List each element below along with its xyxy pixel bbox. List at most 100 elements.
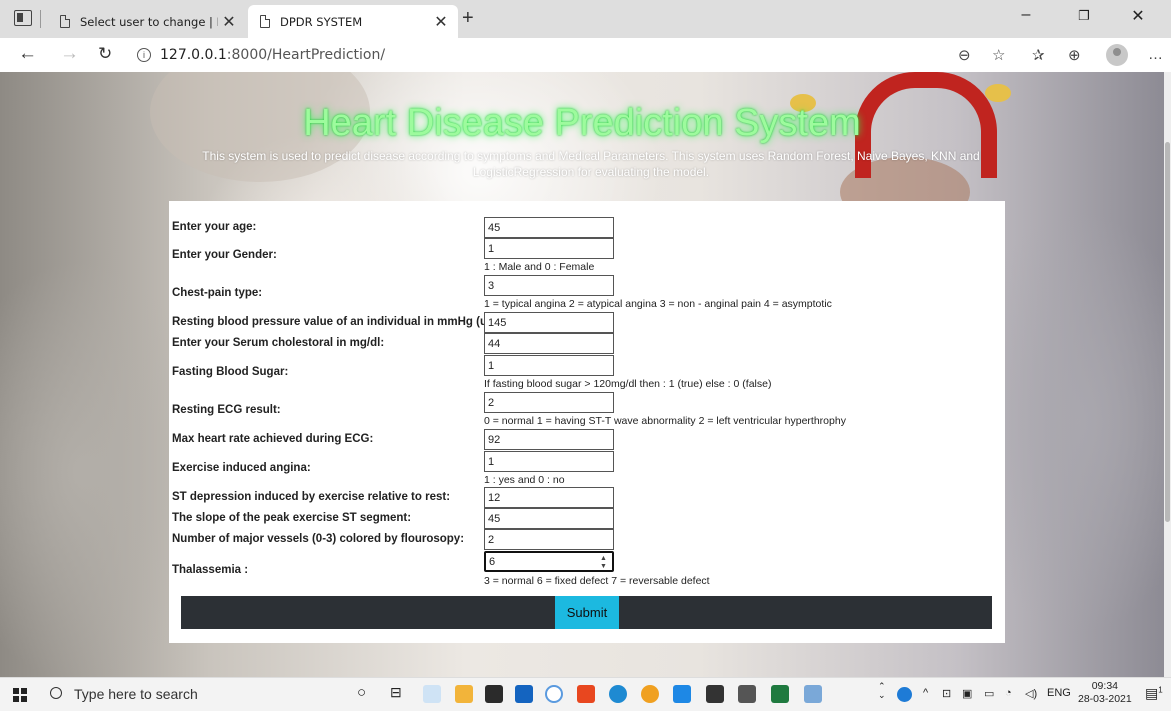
field-label: Resting blood pressure value of an indiv…: [172, 316, 509, 328]
windows-start-icon[interactable]: [13, 688, 27, 702]
page-viewport: Heart Disease Prediction System This sys…: [0, 72, 1164, 677]
chevron-icon[interactable]: ⌃ ⌄: [878, 682, 886, 700]
battery-icon[interactable]: ▭: [984, 687, 994, 700]
favorite-add-icon[interactable]: ☆: [992, 46, 1005, 64]
terminal-icon[interactable]: [706, 685, 724, 703]
field-label: Enter your Serum cholestoral in mg/dl:: [172, 337, 385, 349]
infinity-app-icon[interactable]: [545, 685, 563, 703]
thalassemia-input[interactable]: [484, 551, 614, 572]
field-hint: 0 = normal 1 = having ST-T wave abnormal…: [484, 415, 846, 427]
field-hint: 1 = typical angina 2 = atypical angina 3…: [484, 298, 832, 310]
office-icon[interactable]: [577, 685, 595, 703]
taskbar-search[interactable]: Type here to search: [50, 686, 198, 702]
file-explorer-icon[interactable]: [455, 685, 473, 703]
refresh-icon[interactable]: ↻: [98, 44, 112, 64]
search-icon: [50, 687, 62, 699]
clock-date: 28-03-2021: [1078, 693, 1132, 705]
page-title: Heart Disease Prediction System: [303, 102, 861, 144]
blood-pressure-input[interactable]: [484, 312, 614, 333]
exercise-angina-input[interactable]: [484, 451, 614, 472]
app-icon-weather[interactable]: [423, 685, 441, 703]
gender-input[interactable]: [484, 238, 614, 259]
field-label: ST depression induced by exercise relati…: [172, 491, 451, 503]
page-icon: [260, 15, 270, 28]
chrome-icon[interactable]: [641, 685, 659, 703]
profile-avatar[interactable]: [1106, 44, 1128, 66]
page-icon: [60, 15, 70, 28]
url-path: :8000/HeartPrediction/: [226, 47, 386, 63]
volume-icon[interactable]: ◁): [1025, 687, 1037, 700]
help-icon[interactable]: [897, 687, 912, 702]
field-hint: 1 : yes and 0 : no: [484, 474, 565, 486]
field-label: Resting ECG result:: [172, 404, 281, 416]
address-bar: ← → ↻ i 127.0.0.1:8000/HeartPrediction/ …: [0, 38, 1171, 73]
field-label: Max heart rate achieved during ECG:: [172, 433, 374, 445]
edge-icon[interactable]: [609, 685, 627, 703]
field-label: Number of major vessels (0-3) colored by…: [172, 533, 465, 545]
browser-tab-bar: Select user to change | Django si ✕ DPDR…: [0, 0, 1171, 38]
field-label: Chest-pain type:: [172, 287, 263, 299]
page-scrollbar[interactable]: [1164, 72, 1171, 677]
tray-icon[interactable]: ▣: [962, 687, 972, 700]
field-hint: If fasting blood sugar > 120mg/dl then :…: [484, 378, 772, 390]
excel-icon[interactable]: [771, 685, 789, 703]
back-icon[interactable]: ←: [18, 43, 37, 65]
field-label: Thalassemia :: [172, 564, 249, 576]
submit-button[interactable]: Submit: [555, 596, 619, 629]
search-placeholder: Type here to search: [74, 686, 198, 702]
page-description: This system is used to predict disease a…: [202, 149, 980, 179]
field-label: Enter your Gender:: [172, 249, 277, 261]
close-tab-icon[interactable]: ✕: [218, 12, 240, 31]
zoom-icon[interactable]: ⊖: [958, 46, 971, 64]
language-indicator[interactable]: ENG: [1047, 687, 1071, 699]
heart-prediction-form: Enter your age: Enter your Gender: 1 : M…: [169, 201, 1005, 643]
max-heart-rate-input[interactable]: [484, 429, 614, 450]
favorites-icon[interactable]: ✰: [1032, 46, 1045, 64]
show-hidden-icons[interactable]: ^: [923, 687, 928, 699]
scrollbar-thumb[interactable]: [1165, 142, 1170, 522]
stethoscope-earpiece: [985, 84, 1011, 102]
tray-icon[interactable]: ⊡: [942, 687, 951, 700]
app-icon[interactable]: [804, 685, 822, 703]
collections-icon[interactable]: ⊕: [1068, 46, 1081, 64]
age-input[interactable]: [484, 217, 614, 238]
st-slope-input[interactable]: [484, 508, 614, 529]
taskbar-clock[interactable]: 09:34 28-03-2021: [1078, 680, 1132, 706]
mail-icon[interactable]: [515, 685, 533, 703]
chest-pain-input[interactable]: [484, 275, 614, 296]
minimize-icon[interactable]: –: [1006, 6, 1046, 24]
vscode-icon[interactable]: [673, 685, 691, 703]
notification-count: 1: [1158, 685, 1163, 695]
resting-ecg-input[interactable]: [484, 392, 614, 413]
url-field[interactable]: 127.0.0.1:8000/HeartPrediction/: [160, 47, 385, 63]
field-hint: 3 = normal 6 = fixed defect 7 = reversab…: [484, 575, 710, 587]
forward-icon[interactable]: →: [60, 43, 79, 65]
tab-django[interactable]: Select user to change | Django si ✕: [48, 5, 246, 38]
info-icon[interactable]: i: [137, 48, 151, 62]
tab-title: Select user to change | Django si: [80, 14, 218, 29]
field-label: The slope of the peak exercise ST segmen…: [172, 512, 412, 524]
st-depression-input[interactable]: [484, 487, 614, 508]
new-tab-button[interactable]: +: [462, 7, 474, 30]
store-icon[interactable]: [485, 685, 503, 703]
more-icon[interactable]: …: [1148, 46, 1163, 63]
task-view-icon[interactable]: ⊟: [390, 684, 402, 701]
cortana-icon[interactable]: ○: [357, 684, 366, 701]
clock-time: 09:34: [1091, 680, 1118, 692]
notification-icon[interactable]: ▤1: [1145, 685, 1163, 702]
number-spinner-icon[interactable]: ▲ ▼: [600, 555, 607, 571]
field-label: Fasting Blood Sugar:: [172, 366, 289, 378]
cholestoral-input[interactable]: [484, 333, 614, 354]
close-window-icon[interactable]: ✕: [1118, 6, 1158, 26]
field-hint: 1 : Male and 0 : Female: [484, 261, 595, 273]
restore-icon[interactable]: ❐: [1064, 8, 1104, 24]
close-tab-icon[interactable]: ✕: [430, 12, 452, 31]
tab-actions-icon[interactable]: [14, 10, 32, 26]
wifi-icon[interactable]: ◔: [1005, 687, 1012, 699]
app-icon[interactable]: [738, 685, 756, 703]
major-vessels-input[interactable]: [484, 529, 614, 550]
fasting-blood-sugar-input[interactable]: [484, 355, 614, 376]
windows-taskbar: Type here to search ○ ⊟ ⌃ ⌄ ^ ⊡ ▣ ▭ ◔ ◁) …: [0, 677, 1171, 711]
tab-dpdr-system[interactable]: DPDR SYSTEM ✕: [248, 5, 458, 38]
url-host: 127.0.0.1: [160, 47, 227, 63]
